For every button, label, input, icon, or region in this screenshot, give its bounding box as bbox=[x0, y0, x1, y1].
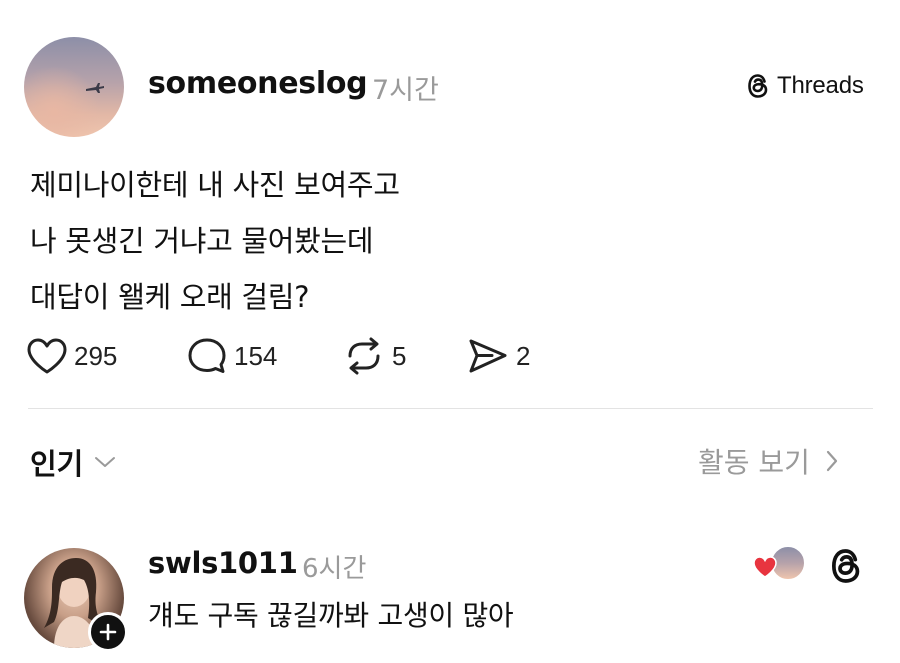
divider bbox=[28, 408, 873, 409]
brand-label: Threads bbox=[777, 72, 864, 99]
comment-icon bbox=[188, 338, 226, 373]
share-count: 2 bbox=[516, 340, 531, 371]
threads-logo-button[interactable] bbox=[826, 546, 866, 590]
author-avatar[interactable] bbox=[24, 37, 124, 137]
plus-icon bbox=[99, 623, 117, 641]
post-text-line: 대답이 왤케 오래 걸림? bbox=[30, 280, 310, 314]
follow-button[interactable] bbox=[88, 612, 128, 652]
like-button[interactable]: 295 bbox=[26, 336, 117, 376]
repost-icon bbox=[348, 337, 380, 375]
commenter-username[interactable]: swls1011 bbox=[148, 546, 298, 580]
view-activity-link[interactable]: 활동 보기 bbox=[698, 441, 840, 481]
comment-text: 걔도 구독 끊길까봐 고생이 많아 bbox=[148, 599, 514, 632]
sort-dropdown[interactable]: 인기 bbox=[30, 441, 117, 483]
reply-button[interactable]: 154 bbox=[186, 336, 277, 376]
share-icon bbox=[469, 339, 507, 373]
post-text-line: 나 못생긴 거냐고 물어봤는데 bbox=[30, 224, 374, 258]
repost-button[interactable]: 5 bbox=[342, 336, 406, 376]
chevron-right-icon bbox=[826, 450, 838, 472]
chevron-down-icon bbox=[95, 457, 116, 467]
author-username[interactable]: someoneslog bbox=[148, 66, 368, 101]
threads-brand[interactable]: Threads bbox=[745, 70, 864, 102]
heart-icon bbox=[753, 556, 777, 578]
post-text-line: 제미나이한테 내 사진 보여주고 bbox=[30, 168, 400, 202]
threads-logo-icon bbox=[831, 549, 860, 583]
author-liked-badge bbox=[752, 543, 808, 583]
sort-label: 인기 bbox=[30, 447, 84, 481]
airplane-icon bbox=[86, 83, 104, 93]
repost-count: 5 bbox=[392, 340, 407, 371]
reply-count: 154 bbox=[234, 340, 278, 371]
share-button[interactable]: 2 bbox=[466, 336, 530, 376]
post-time: 7시간 bbox=[372, 75, 439, 106]
threads-logo-icon bbox=[748, 74, 768, 98]
heart-icon bbox=[27, 338, 67, 374]
comment-time: 6시간 bbox=[302, 554, 367, 584]
like-count: 295 bbox=[74, 340, 118, 371]
activity-label: 활동 보기 bbox=[698, 446, 810, 479]
